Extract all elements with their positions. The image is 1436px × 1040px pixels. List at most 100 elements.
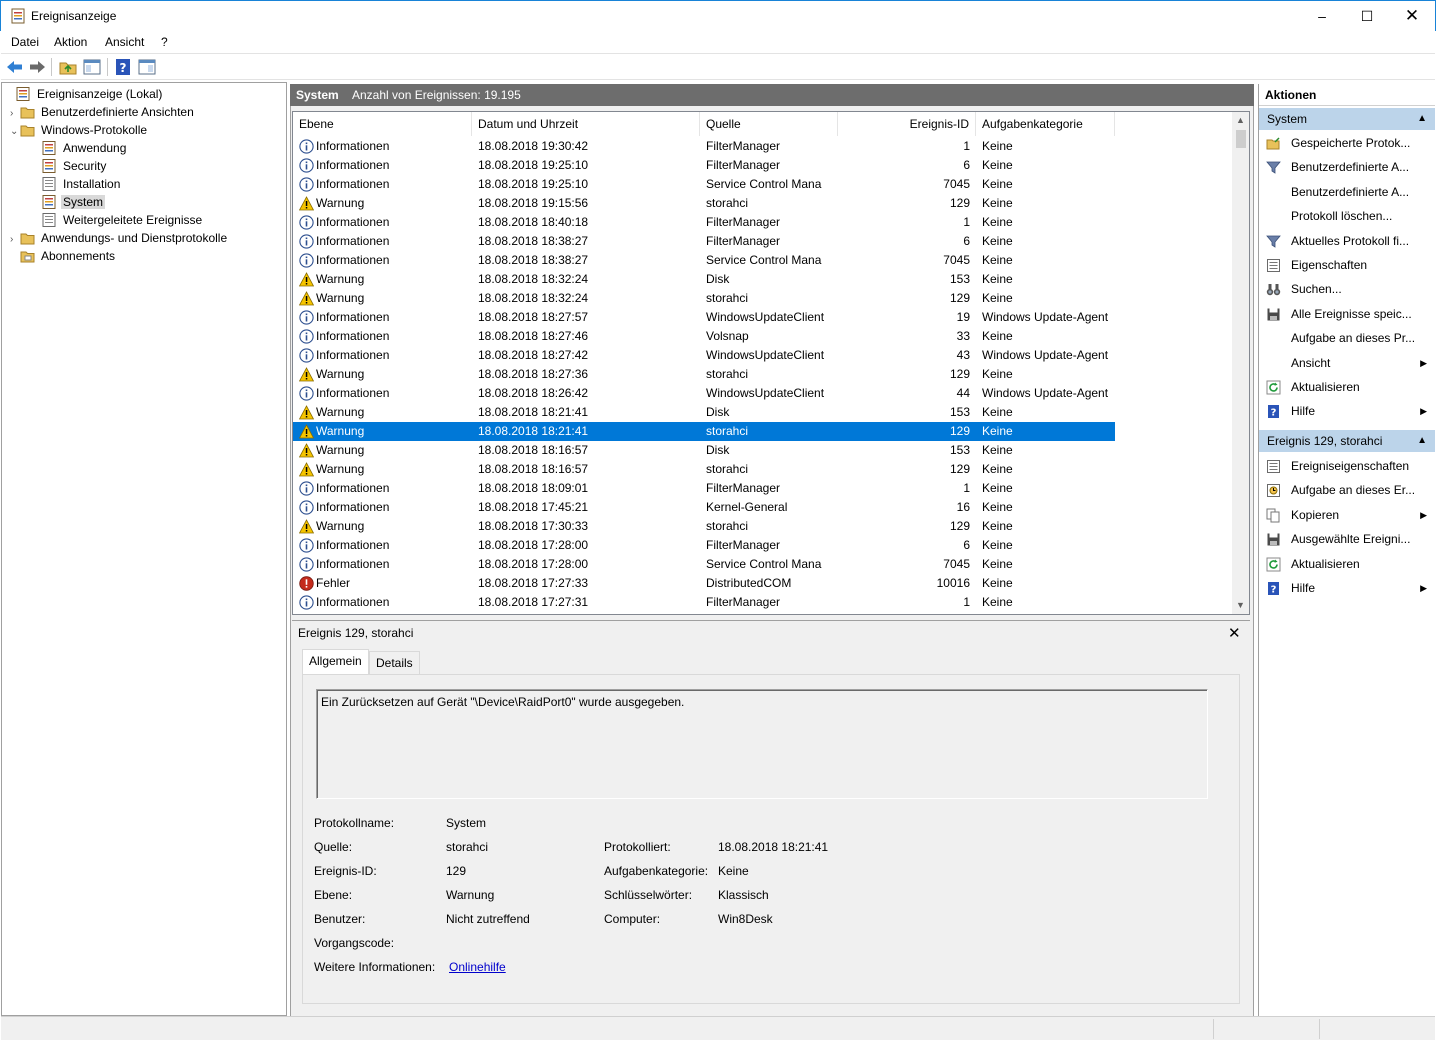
- event-row[interactable]: Informationen 18.08.2018 18:40:18 FilterMa…: [293, 213, 1233, 232]
- action-item[interactable]: Kopieren ▶: [1259, 503, 1435, 527]
- cell-category: Keine: [982, 595, 1013, 609]
- up-folder-icon[interactable]: [58, 57, 78, 77]
- scroll-up-icon[interactable]: ▲: [1232, 112, 1249, 129]
- event-row[interactable]: Warnung 18.08.2018 19:15:56 storahci 129 Kei…: [293, 194, 1233, 213]
- column-header-category[interactable]: Aufgabenkategorie: [976, 112, 1115, 136]
- event-row[interactable]: Informationen 18.08.2018 18:26:42 WindowsU…: [293, 384, 1233, 403]
- event-row[interactable]: Informationen 18.08.2018 18:27:42 WindowsU…: [293, 346, 1233, 365]
- event-row[interactable]: Informationen 18.08.2018 17:28:00 Service …: [293, 555, 1233, 574]
- tree-node-system[interactable]: System: [32, 193, 106, 211]
- cell-source: DistributedCOM: [706, 576, 792, 590]
- cell-level: Warnung: [316, 519, 365, 533]
- collapse-icon[interactable]: ▲: [1417, 108, 1427, 130]
- event-row[interactable]: Informationen 18.08.2018 18:38:27 FilterMa…: [293, 232, 1233, 251]
- event-row[interactable]: Informationen 18.08.2018 17:45:21 Kernel-G…: [293, 498, 1233, 517]
- help-icon[interactable]: ?: [113, 57, 133, 77]
- event-message[interactable]: Ein Zurücksetzen auf Gerät "\Device\Raid…: [316, 689, 1208, 799]
- vertical-scrollbar[interactable]: ▲ ▼: [1232, 112, 1249, 614]
- menu-ansicht[interactable]: Ansicht: [105, 35, 144, 49]
- online-help-link[interactable]: Onlinehilfe: [449, 960, 506, 974]
- close-icon[interactable]: ✕: [1228, 624, 1241, 642]
- collapse-icon[interactable]: ▲: [1417, 430, 1427, 452]
- action-item[interactable]: Suchen...: [1259, 277, 1435, 301]
- action-item[interactable]: Aufgabe an dieses Pr...: [1259, 326, 1435, 350]
- action-item[interactable]: Gespeicherte Protok...: [1259, 131, 1435, 155]
- action-item[interactable]: Aktualisieren: [1259, 552, 1435, 576]
- event-row[interactable]: Warnung 18.08.2018 18:16:57 storahci 129 Kei…: [293, 460, 1233, 479]
- actions-group-event[interactable]: Ereignis 129, storahci ▲: [1259, 430, 1435, 452]
- action-item[interactable]: Eigenschaften: [1259, 253, 1435, 277]
- tree-node-installation[interactable]: Installation: [32, 175, 122, 193]
- tree-node-windows-logs[interactable]: ⌄ Windows-Protokolle: [10, 121, 149, 139]
- tree-node-app-service-logs[interactable]: › Anwendungs- und Dienstprotokolle: [10, 229, 229, 247]
- cell-level: Warnung: [316, 196, 365, 210]
- tree-node-anwendung[interactable]: Anwendung: [32, 139, 128, 157]
- event-row[interactable]: Informationen 18.08.2018 18:09:01 FilterMa…: [293, 479, 1233, 498]
- action-pane-icon[interactable]: [137, 57, 157, 77]
- menu-datei[interactable]: Datei: [11, 35, 39, 49]
- action-item[interactable]: Protokoll löschen...: [1259, 204, 1435, 228]
- chevron-down-icon[interactable]: ⌄: [10, 123, 20, 141]
- tab-details[interactable]: Details: [369, 651, 420, 675]
- event-row[interactable]: Fehler 18.08.2018 17:27:33 DistributedCOM 1…: [293, 574, 1233, 593]
- maximize-button[interactable]: ☐: [1344, 1, 1390, 31]
- event-row[interactable]: Informationen 18.08.2018 18:38:27 Service …: [293, 251, 1233, 270]
- actions-header: Aktionen: [1259, 84, 1435, 106]
- back-arrow-icon[interactable]: [5, 57, 25, 77]
- column-header-source[interactable]: Quelle: [700, 112, 838, 136]
- scroll-thumb[interactable]: [1236, 130, 1246, 148]
- refresh-icon: [1266, 379, 1281, 395]
- tree-node-security[interactable]: Security: [32, 157, 108, 175]
- action-item[interactable]: ? Hilfe ▶: [1259, 399, 1435, 423]
- tree-node-forwarded-events[interactable]: Weitergeleitete Ereignisse: [32, 211, 204, 229]
- action-item[interactable]: Benutzerdefinierte A...: [1259, 155, 1435, 179]
- action-item[interactable]: Alle Ereignisse speic...: [1259, 302, 1435, 326]
- column-header-date[interactable]: Datum und Uhrzeit: [472, 112, 700, 136]
- console-tree-icon[interactable]: [82, 57, 102, 77]
- event-row[interactable]: Informationen 18.08.2018 19:25:10 FilterMa…: [293, 156, 1233, 175]
- event-row[interactable]: Warnung 18.08.2018 18:27:36 storahci 129 Kei…: [293, 365, 1233, 384]
- action-item[interactable]: Ansicht ▶: [1259, 351, 1435, 375]
- scroll-down-icon[interactable]: ▼: [1232, 597, 1249, 614]
- action-item[interactable]: Benutzerdefinierte A...: [1259, 180, 1435, 204]
- field-value-user: Nicht zutreffend: [446, 912, 530, 926]
- tab-allgemein[interactable]: Allgemein: [302, 649, 369, 675]
- menu-aktion[interactable]: Aktion: [54, 35, 87, 49]
- event-list[interactable]: Ebene Datum und Uhrzeit Quelle Ereignis-…: [292, 111, 1250, 615]
- action-item[interactable]: Ereigniseigenschaften: [1259, 454, 1435, 478]
- action-item[interactable]: Ausgewählte Ereigni...: [1259, 527, 1435, 551]
- menu-help[interactable]: ?: [161, 35, 168, 49]
- column-header-event-id[interactable]: Ereignis-ID: [838, 112, 976, 136]
- action-item[interactable]: Aktuelles Protokoll fi...: [1259, 229, 1435, 253]
- tree-node-custom-views[interactable]: › Benutzerdefinierte Ansichten: [10, 103, 196, 121]
- action-item[interactable]: ? Hilfe ▶: [1259, 576, 1435, 600]
- column-header-level[interactable]: Ebene: [293, 112, 472, 136]
- copy-icon: [1266, 507, 1281, 523]
- event-row[interactable]: Warnung 18.08.2018 18:16:57 Disk 153 Keine: [293, 441, 1233, 460]
- close-button[interactable]: ✕: [1389, 1, 1435, 31]
- event-row[interactable]: Informationen 18.08.2018 19:30:42 FilterMa…: [293, 137, 1233, 156]
- event-row[interactable]: Warnung 18.08.2018 18:32:24 Disk 153 Keine: [293, 270, 1233, 289]
- forward-arrow-icon[interactable]: [27, 57, 47, 77]
- event-row[interactable]: Informationen 18.08.2018 18:27:46 Volsnap 3…: [293, 327, 1233, 346]
- event-row[interactable]: Informationen 18.08.2018 17:28:00 FilterMa…: [293, 536, 1233, 555]
- minimize-button[interactable]: –: [1299, 1, 1345, 31]
- event-row-selected[interactable]: Warnung 18.08.2018 18:21:41 storahci 129 Kei…: [293, 422, 1115, 441]
- tree-node-root[interactable]: Ereignisanzeige (Lokal): [6, 85, 164, 103]
- event-row[interactable]: Warnung 18.08.2018 18:32:24 storahci 129 Kei…: [293, 289, 1233, 308]
- action-label: Ansicht: [1291, 355, 1331, 370]
- cell-id: 153: [949, 443, 970, 457]
- cell-level: Informationen: [316, 253, 390, 267]
- event-row[interactable]: Informationen 18.08.2018 18:27:57 WindowsU…: [293, 308, 1233, 327]
- action-item[interactable]: Aufgabe an dieses Er...: [1259, 478, 1435, 502]
- cell-id: 129: [949, 424, 970, 438]
- event-row[interactable]: Informationen 18.08.2018 17:27:31 FilterMa…: [293, 593, 1233, 612]
- action-item[interactable]: Aktualisieren: [1259, 375, 1435, 399]
- cell-source: Service Control Mana: [706, 557, 822, 571]
- tree-node-subscriptions[interactable]: Abonnements: [10, 247, 117, 265]
- cell-id: 1: [963, 139, 970, 153]
- event-row[interactable]: Warnung 18.08.2018 17:30:33 storahci 129 Kei…: [293, 517, 1233, 536]
- event-row[interactable]: Informationen 18.08.2018 19:25:10 Service …: [293, 175, 1233, 194]
- event-row[interactable]: Warnung 18.08.2018 18:21:41 Disk 153 Keine: [293, 403, 1233, 422]
- actions-group-system[interactable]: System ▲: [1259, 108, 1435, 130]
